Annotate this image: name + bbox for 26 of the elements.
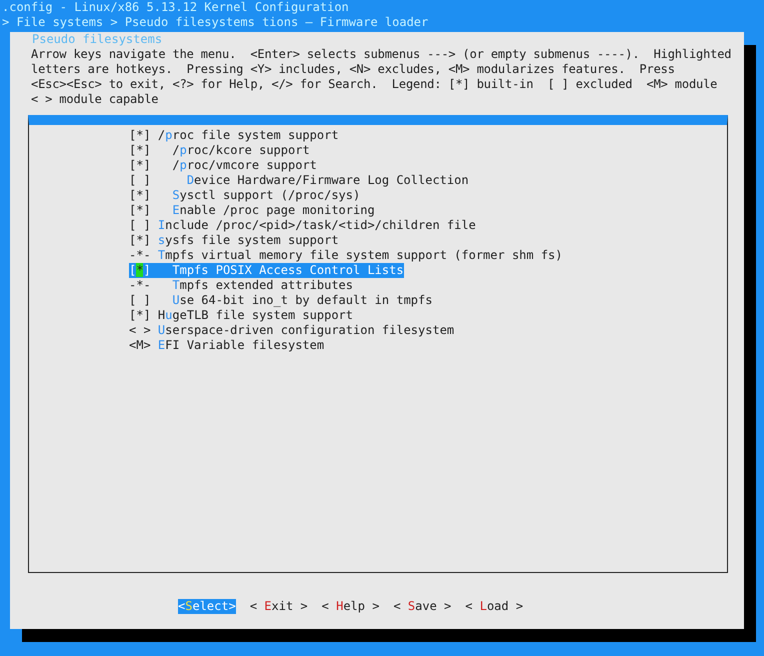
menu-button[interactable]: < Exit > [250, 599, 308, 614]
menu-button[interactable]: < Save > [393, 599, 452, 614]
help-text: < > module capable [31, 92, 160, 107]
menu-item[interactable]: < > Userspace-driven configuration filesystem [129, 323, 454, 338]
help-text: <Esc><Esc> to exit, <?> for Help, </> for Search. Legend: [*] built-in [ ] excluded <M> module [31, 77, 718, 92]
menu-button[interactable]: < Help > [322, 599, 380, 614]
menu-item[interactable]: [*] /p roc file system support [129, 128, 339, 143]
breadcrumb: > File systems > Pseudo filesystems tions — Firmware loader [1, 15, 430, 30]
menu-item[interactable]: <M> EFI Variable filesystem [129, 338, 324, 353]
menu-item[interactable]: -*- Tmpfs virtual memory file system support (former shm fs) [129, 248, 563, 263]
help-text: letters are hotkeys. Pressing <Y> includes, <N> excludes, <M> modularizes features. Press [31, 62, 676, 77]
menu-item[interactable]: [*] Tmpfs POSIX Access Control Lists [129, 263, 404, 278]
menu-item[interactable]: [*] /p roc/kcore support [129, 143, 310, 158]
menu-item[interactable]: -*- Tmpfs extended attributes [129, 278, 353, 293]
help-text: Arrow keys navigate the menu. <Enter> selects submenus ---> (or empty submenus ----). Highlighted [31, 47, 732, 62]
dialog-title: Pseudo filesystems [31, 32, 164, 46]
window-title: .config - Linux/x86 5.13.12 Kernel Configuration [1, 0, 350, 15]
menu-button[interactable]: < Load > [465, 599, 524, 614]
menu-item[interactable]: [*] /p roc/vmcore support [129, 158, 317, 173]
menu-item[interactable]: [*] sysfs file system support [129, 233, 339, 248]
menu-item[interactable]: [ ] Device Hardware/Firmware Log Collection [129, 173, 469, 188]
menu-item[interactable]: [ ] Use 64-bit ino_t by default in tmpfs [129, 293, 432, 308]
menu-item[interactable]: [ ] Include /proc/<pid>/task/<tid>/children file [129, 218, 476, 233]
menu-item[interactable]: [*] Sysctl support (/proc/sys) [129, 188, 360, 203]
menu-item[interactable]: [*] HugeTLB file system support [129, 308, 354, 323]
menu-item[interactable]: [*] Enable /proc page monitoring [129, 203, 375, 218]
